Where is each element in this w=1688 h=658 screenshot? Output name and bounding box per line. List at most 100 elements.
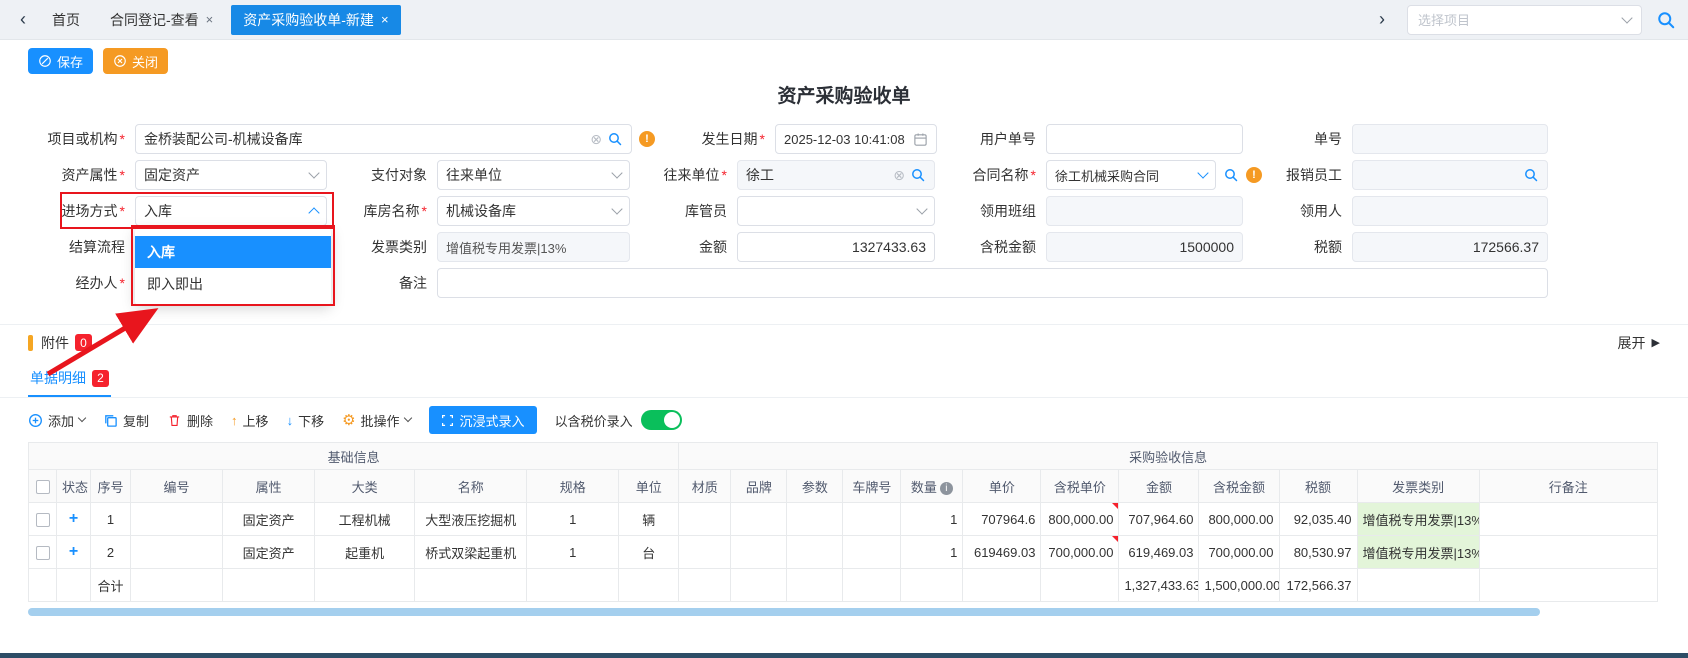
pay-target-select[interactable]: 往来单位 [437, 160, 630, 190]
batch-ops-button[interactable]: 批操作 [342, 411, 410, 430]
warehouse-keeper-select[interactable] [737, 196, 935, 226]
tab-contract-view[interactable]: 合同登记-查看 [98, 5, 225, 35]
cell-invoice[interactable]: 增值税专用发票|13% [1357, 503, 1479, 536]
remark-input-field[interactable] [446, 269, 1539, 297]
cell-name[interactable]: 大型液压挖掘机 [415, 503, 527, 536]
project-org-input-field[interactable] [144, 125, 586, 153]
row-select-cell[interactable] [29, 536, 57, 569]
search-icon[interactable] [1223, 167, 1239, 183]
reimburse-emp-input[interactable] [1352, 160, 1548, 190]
tax-price-toggle[interactable] [641, 410, 682, 430]
select-all-header[interactable] [29, 470, 57, 503]
amount-input-field[interactable] [746, 233, 926, 261]
expand-row-icon[interactable] [69, 510, 78, 527]
cell-tax-amount[interactable]: 800,000.00 [1199, 503, 1279, 536]
select-all-checkbox[interactable] [36, 480, 50, 494]
row-checkbox[interactable] [36, 546, 50, 560]
cell-tax[interactable]: 92,035.40 [1279, 503, 1357, 536]
cell-amount[interactable]: 707,964.60 [1119, 503, 1199, 536]
cell-spec[interactable]: 1 [527, 536, 619, 569]
copy-button[interactable]: 复制 [103, 411, 149, 430]
cell-brand[interactable] [731, 536, 787, 569]
cell-material[interactable] [679, 503, 731, 536]
counterpart-input[interactable] [737, 160, 935, 190]
immersive-entry-button[interactable]: 沉浸式录入 [429, 406, 537, 434]
cell-category[interactable]: 工程机械 [315, 503, 415, 536]
asset-attr-select[interactable]: 固定资产 [135, 160, 327, 190]
clear-icon[interactable] [590, 132, 602, 146]
tab-detail-lines[interactable]: 单据明细 2 [28, 360, 111, 397]
contract-select[interactable]: 徐工机械采购合同 [1046, 160, 1216, 190]
tabs-scroll-right-icon[interactable]: › [1371, 9, 1393, 30]
cell-spec[interactable]: 1 [527, 503, 619, 536]
global-search-icon[interactable] [1656, 10, 1676, 30]
close-tab-icon[interactable] [381, 13, 389, 26]
expand-row-icon[interactable] [69, 543, 78, 560]
cell-attr[interactable]: 固定资产 [223, 536, 315, 569]
tab-asset-acceptance-new[interactable]: 资产采购验收单-新建 [231, 5, 400, 35]
cell-price[interactable]: 619469.03 [963, 536, 1041, 569]
reimburse-emp-input-field[interactable] [1361, 161, 1519, 189]
cell-attr[interactable]: 固定资产 [223, 503, 315, 536]
occur-date-input-field[interactable] [784, 125, 909, 153]
row-status-cell[interactable] [57, 536, 91, 569]
dropdown-option-selected[interactable]: 入库 [135, 236, 331, 268]
cell-tax[interactable]: 80,530.97 [1279, 536, 1357, 569]
entry-mode-select[interactable]: 入库 [135, 196, 327, 226]
cell-line-remark[interactable] [1479, 503, 1657, 536]
cell-material[interactable] [679, 536, 731, 569]
move-down-button[interactable]: 下移 [287, 411, 325, 430]
delete-button[interactable]: 删除 [167, 411, 213, 430]
search-icon[interactable] [1523, 167, 1539, 183]
tab-home[interactable]: 首页 [40, 5, 92, 35]
cell-line-remark[interactable] [1479, 536, 1657, 569]
move-up-button[interactable]: 上移 [231, 411, 269, 430]
add-button[interactable]: 添加 [28, 411, 85, 430]
row-status-cell[interactable] [57, 503, 91, 536]
user-no-input[interactable] [1046, 124, 1243, 154]
clear-icon[interactable] [893, 168, 905, 182]
cell-code[interactable] [131, 536, 223, 569]
remark-input[interactable] [437, 268, 1548, 298]
cell-price[interactable]: 707964.6 [963, 503, 1041, 536]
scrollbar-thumb[interactable] [28, 608, 1540, 616]
field-asset-attr: 资产属性 固定资产 [25, 160, 327, 190]
search-icon[interactable] [910, 167, 926, 183]
expand-button[interactable]: 展开 [1618, 333, 1660, 353]
warehouse-select[interactable]: 机械设备库 [437, 196, 630, 226]
cell-invoice[interactable]: 增值税专用发票|13% [1357, 536, 1479, 569]
field-label: 资产属性 [25, 165, 135, 185]
cell-code[interactable] [131, 503, 223, 536]
calendar-icon[interactable] [913, 132, 928, 147]
cell-amount[interactable]: 619,469.03 [1119, 536, 1199, 569]
save-button[interactable]: 保存 [28, 48, 93, 74]
cell-param[interactable] [787, 503, 843, 536]
cell-tax-amount[interactable]: 700,000.00 [1199, 536, 1279, 569]
project-select[interactable]: 选择项目 [1407, 5, 1642, 35]
arrow-down-icon [287, 413, 294, 428]
row-checkbox[interactable] [36, 513, 50, 527]
project-org-input[interactable] [135, 124, 632, 154]
cell-unit[interactable]: 台 [619, 536, 679, 569]
cell-plate[interactable] [843, 503, 901, 536]
cell-brand[interactable] [731, 503, 787, 536]
cell-category[interactable]: 起重机 [315, 536, 415, 569]
cell-plate[interactable] [843, 536, 901, 569]
cell-unit[interactable]: 辆 [619, 503, 679, 536]
search-icon[interactable] [607, 131, 623, 147]
cell-tax-price[interactable]: 800,000.00 [1041, 503, 1119, 536]
cell-param[interactable] [787, 536, 843, 569]
cell-tax-price[interactable]: 700,000.00 [1041, 536, 1119, 569]
close-tab-icon[interactable] [206, 13, 214, 26]
row-select-cell[interactable] [29, 503, 57, 536]
occur-date-input[interactable] [775, 124, 937, 154]
counterpart-input-field[interactable] [746, 161, 889, 189]
close-button[interactable]: 关闭 [103, 48, 168, 74]
cell-name[interactable]: 桥式双梁起重机 [415, 536, 527, 569]
cell-qty[interactable]: 1 [901, 503, 963, 536]
user-no-input-field[interactable] [1055, 125, 1234, 153]
dropdown-option[interactable]: 即入即出 [135, 268, 331, 300]
amount-input[interactable] [737, 232, 935, 262]
cell-qty[interactable]: 1 [901, 536, 963, 569]
tabs-scroll-left-icon[interactable]: ‹ [12, 9, 34, 30]
